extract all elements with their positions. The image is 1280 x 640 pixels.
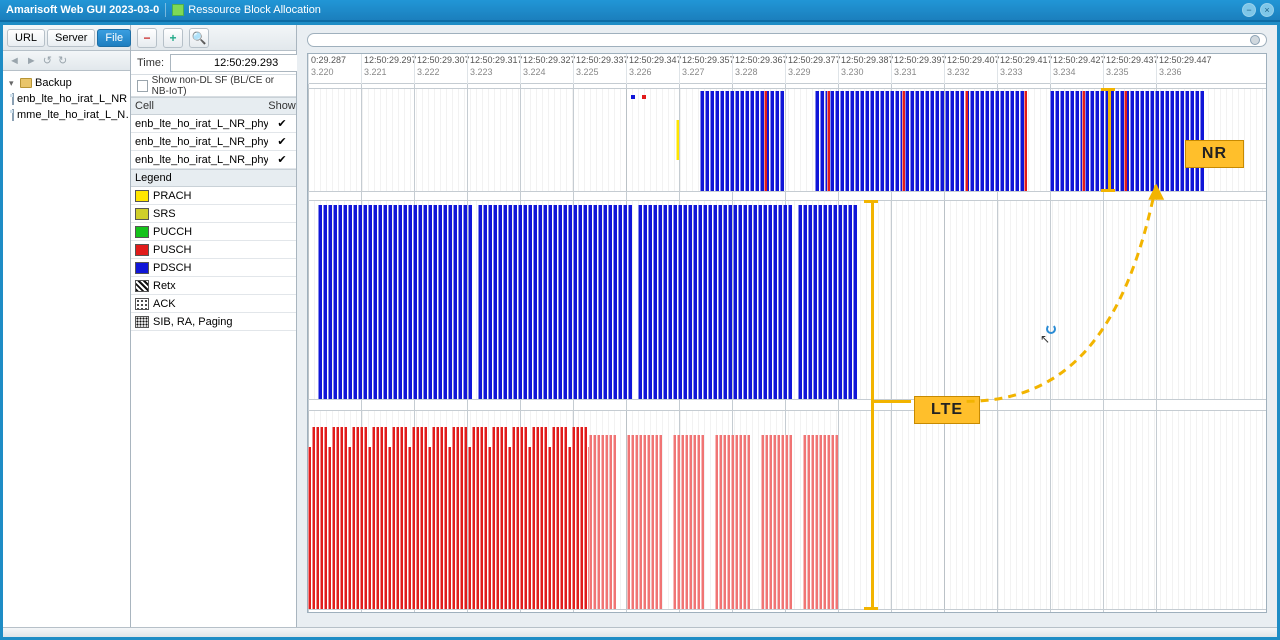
time-axis: 0:29.2873.22012:50:29.2973.22112:50:29.3… [308, 54, 1266, 84]
doc-icon [172, 4, 184, 16]
tree-folder-label: Backup [35, 77, 72, 89]
legend-label: Retx [153, 280, 176, 292]
legend-swatch [135, 280, 149, 292]
anno-lte: LTE [914, 396, 980, 424]
tree-folder-backup[interactable]: ▾ Backup [5, 75, 128, 91]
legend-label: ACK [153, 298, 176, 310]
legend-swatch [135, 208, 149, 220]
legend-swatch [135, 190, 149, 202]
plot-area: 0:29.2873.22012:50:29.2973.22112:50:29.3… [297, 25, 1277, 637]
legend-swatch [135, 262, 149, 274]
tree-file[interactable]: mme_lte_ho_irat_L_N… [5, 107, 128, 123]
tab-file[interactable]: File [97, 29, 131, 47]
minimize-icon[interactable]: − [1242, 3, 1256, 17]
tree-collapse-icon[interactable]: ▾ [9, 78, 17, 89]
legend-swatch [135, 244, 149, 256]
cell-name: enb_lte_ho_irat_L_NR_phy_tr… [131, 118, 268, 130]
show-non-dl-row[interactable]: Show non-DL SF (BL/CE or NB-IoT) [131, 75, 296, 97]
anno-nr: NR [1185, 140, 1244, 168]
cell-name: enb_lte_ho_irat_L_NR_phy_tr… [131, 154, 268, 166]
app-title: Amarisoft Web GUI 2023-03-0 [6, 4, 159, 16]
legend-row: Retx [131, 277, 296, 295]
nr-bracket [1108, 88, 1111, 192]
lanes: NR LTE ↖ [308, 84, 1266, 612]
tree-file-label: mme_lte_ho_irat_L_N… [17, 109, 128, 121]
close-icon[interactable]: × [1260, 3, 1274, 17]
sp-toolbar: − + 🔍 [131, 25, 296, 51]
tree-file[interactable]: enb_lte_ho_irat_L_NR… [5, 91, 128, 107]
time-scrollbar[interactable] [307, 33, 1267, 47]
legend-label: PUSCH [153, 244, 192, 256]
nav-up-icon[interactable]: ↺ [43, 54, 52, 67]
nav-strip: ◄ ► ↺ ↻ [3, 51, 130, 71]
file-tree[interactable]: ▾ Backup enb_lte_ho_irat_L_NR… mme_lte_h… [3, 71, 130, 637]
tree-file-label: enb_lte_ho_irat_L_NR… [17, 93, 128, 105]
scrollbar-thumb[interactable] [1250, 35, 1260, 45]
nav-down-icon[interactable]: ↻ [58, 54, 67, 67]
legend-header: Legend [131, 169, 296, 187]
time-row: Time: [131, 51, 296, 75]
lane-nr[interactable] [308, 88, 1266, 192]
cell-name: enb_lte_ho_irat_L_NR_phy_tr… [131, 136, 268, 148]
legend-row: PDSCH [131, 259, 296, 277]
main-frame: URL Server File ◄ ► ↺ ↻ ▾ Backup enb_lte… [0, 22, 1280, 640]
legend-row: SRS [131, 205, 296, 223]
cell-show-toggle[interactable]: ✔ [268, 135, 296, 148]
lte-bracket [871, 200, 874, 610]
lane-lte-ul[interactable] [308, 410, 1266, 610]
legend-label: SRS [153, 208, 176, 220]
zoom-out-button[interactable]: − [137, 28, 157, 48]
legend-label: PRACH [153, 190, 192, 202]
cells-header: Cell Show [131, 97, 296, 115]
cells-header-show: Show [268, 100, 296, 112]
legend-label: PUCCH [153, 226, 192, 238]
tab-url[interactable]: URL [7, 29, 45, 47]
cell-row[interactable]: enb_lte_ho_irat_L_NR_phy_tr… ✔ [131, 151, 296, 169]
show-non-dl-label: Show non-DL SF (BL/CE or NB-IoT) [152, 75, 290, 97]
cell-show-toggle[interactable]: ✔ [268, 117, 296, 130]
cell-row[interactable]: enb_lte_ho_irat_L_NR_phy_tr… ✔ [131, 133, 296, 151]
nav-back-icon[interactable]: ◄ [9, 55, 20, 67]
legend-swatch [135, 316, 149, 328]
legend-label: SIB, RA, Paging [153, 316, 233, 328]
nav-fwd-icon[interactable]: ► [26, 55, 37, 67]
cell-show-toggle[interactable]: ✔ [268, 153, 296, 166]
doc-title: Ressource Block Allocation [188, 4, 321, 16]
side-panel: − + 🔍 Time: Show non-DL SF (BL/CE or NB-… [131, 25, 297, 637]
search-button[interactable]: 🔍 [189, 28, 209, 48]
legend-row: PUCCH [131, 223, 296, 241]
left-column: URL Server File ◄ ► ↺ ↻ ▾ Backup enb_lte… [3, 25, 131, 637]
legend-row: ACK [131, 295, 296, 313]
rb-allocation-plot[interactable]: 0:29.2873.22012:50:29.2973.22112:50:29.3… [307, 53, 1267, 613]
legend-row: PUSCH [131, 241, 296, 259]
file-icon [12, 109, 14, 121]
cell-row[interactable]: enb_lte_ho_irat_L_NR_phy_tr… ✔ [131, 115, 296, 133]
source-tabs: URL Server File [3, 25, 130, 51]
lane-lte-dl[interactable] [308, 200, 1266, 400]
legend-swatch [135, 226, 149, 238]
checkbox-icon[interactable] [137, 80, 148, 92]
legend-swatch [135, 298, 149, 310]
legend-row: SIB, RA, Paging [131, 313, 296, 331]
legend-row: PRACH [131, 187, 296, 205]
cells-header-cell: Cell [131, 100, 268, 112]
time-label: Time: [137, 57, 164, 69]
tab-server[interactable]: Server [47, 29, 95, 47]
legend-label: PDSCH [153, 262, 192, 274]
file-icon [12, 93, 14, 105]
os-scrollbar[interactable] [3, 627, 1277, 637]
folder-icon [20, 78, 32, 88]
zoom-in-button[interactable]: + [163, 28, 183, 48]
title-bar: Amarisoft Web GUI 2023-03-0 Ressource Bl… [0, 0, 1280, 22]
